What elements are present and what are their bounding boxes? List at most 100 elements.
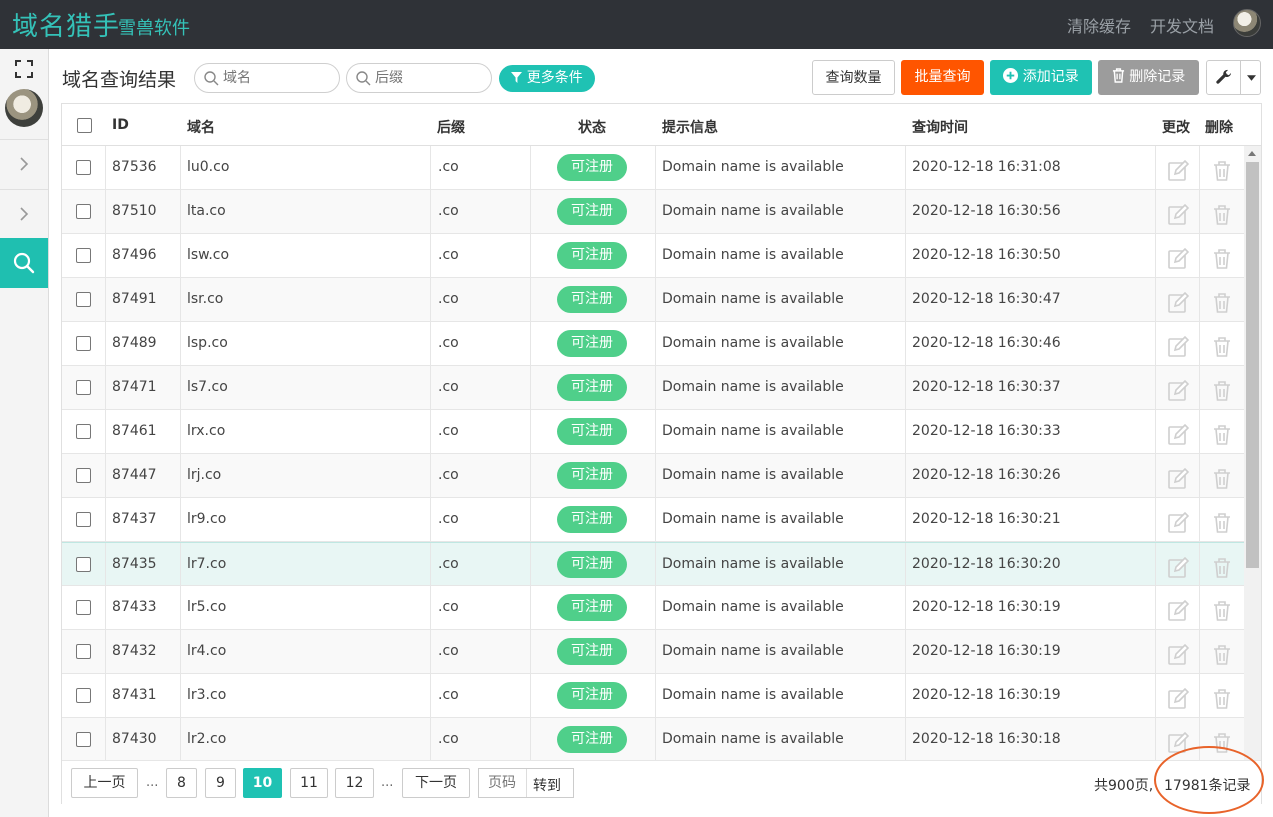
edit-icon[interactable] [1167, 685, 1190, 709]
table-row[interactable]: 87491 lsr.co .co 可注册 Domain name is availabl… [62, 278, 1244, 322]
trash-icon[interactable] [1211, 597, 1233, 621]
batch-query-button[interactable]: 批量查询 [901, 60, 984, 95]
next-page-button[interactable]: 下一页 [402, 768, 470, 798]
row-checkbox[interactable] [76, 557, 91, 572]
query-count-button[interactable]: 查询数量 [812, 60, 895, 95]
edit-icon[interactable] [1167, 201, 1190, 225]
trash-icon[interactable] [1211, 421, 1233, 445]
cell-status: 可注册 [531, 146, 656, 189]
edit-icon[interactable] [1167, 597, 1190, 621]
edit-icon[interactable] [1167, 465, 1190, 489]
cell-suffix: .co [431, 146, 531, 189]
trash-icon[interactable] [1211, 201, 1233, 225]
goto-button[interactable]: 转到 [533, 775, 561, 795]
trash-icon[interactable] [1211, 554, 1233, 578]
scroll-up-icon[interactable] [1248, 151, 1256, 156]
more-conditions-button[interactable]: 更多条件 [499, 65, 595, 92]
page-button[interactable]: 8 [166, 768, 197, 798]
page-button[interactable]: 12 [335, 768, 374, 798]
table-row[interactable]: 87471 ls7.co .co 可注册 Domain name is availabl… [62, 366, 1244, 410]
row-checkbox[interactable] [76, 424, 91, 439]
trash-icon[interactable] [1211, 333, 1233, 357]
suffix-search-box[interactable] [346, 63, 492, 93]
table-row[interactable]: 87437 lr9.co .co 可注册 Domain name is availabl… [62, 498, 1244, 542]
sidebar-item-1[interactable] [0, 139, 48, 187]
cell-status: 可注册 [531, 278, 656, 321]
edit-icon[interactable] [1167, 421, 1190, 445]
cell-suffix: .co [431, 410, 531, 453]
table-row[interactable]: 87432 lr4.co .co 可注册 Domain name is availabl… [62, 630, 1244, 674]
trash-icon[interactable] [1211, 377, 1233, 401]
dev-docs-link[interactable]: 开发文档 [1150, 13, 1214, 37]
page-button-current[interactable]: 10 [243, 768, 282, 798]
row-checkbox[interactable] [76, 292, 91, 307]
table-body: 87536 lu0.co .co 可注册 Domain name is availabl… [62, 146, 1244, 760]
edit-icon[interactable] [1167, 509, 1190, 533]
row-select-cell [62, 190, 106, 233]
row-checkbox[interactable] [76, 600, 91, 615]
row-checkbox[interactable] [76, 468, 91, 483]
table-row[interactable]: 87433 lr5.co .co 可注册 Domain name is availabl… [62, 586, 1244, 630]
select-all-checkbox[interactable] [77, 118, 92, 133]
row-checkbox[interactable] [76, 248, 91, 263]
edit-icon[interactable] [1167, 554, 1190, 578]
edit-icon[interactable] [1167, 245, 1190, 269]
edit-icon[interactable] [1167, 157, 1190, 181]
table-row[interactable]: 87461 lrx.co .co 可注册 Domain name is availabl… [62, 410, 1244, 454]
edit-icon[interactable] [1167, 729, 1190, 753]
cell-id: 87431 [106, 674, 181, 717]
domain-search-box[interactable] [194, 63, 340, 93]
trash-icon[interactable] [1211, 157, 1233, 181]
add-record-button[interactable]: 添加记录 [990, 60, 1092, 95]
table-row[interactable]: 87496 lsw.co .co 可注册 Domain name is availabl… [62, 234, 1244, 278]
header-status: 状态 [578, 120, 606, 136]
table-row[interactable]: 87447 lrj.co .co 可注册 Domain name is availabl… [62, 454, 1244, 498]
page-number-input[interactable] [479, 769, 527, 797]
trash-icon[interactable] [1211, 465, 1233, 489]
row-checkbox[interactable] [76, 204, 91, 219]
sidebar-item-2[interactable] [0, 189, 48, 237]
trash-icon[interactable] [1211, 641, 1233, 665]
row-checkbox[interactable] [76, 644, 91, 659]
table-row[interactable]: 87430 lr2.co .co 可注册 Domain name is availabl… [62, 718, 1244, 760]
edit-icon[interactable] [1167, 333, 1190, 357]
suffix-search-input[interactable] [375, 68, 475, 88]
delete-record-button[interactable]: 删除记录 [1098, 60, 1199, 95]
domain-search-input[interactable] [223, 68, 323, 88]
row-checkbox[interactable] [76, 688, 91, 703]
row-checkbox[interactable] [76, 512, 91, 527]
sidebar-item-search[interactable] [0, 238, 48, 288]
table-header: ID 域名 后缀 状态 提示信息 查询时间 更改 删除 [62, 104, 1261, 146]
search-icon [356, 71, 371, 86]
trash-icon[interactable] [1211, 245, 1233, 269]
row-checkbox[interactable] [76, 380, 91, 395]
cell-domain: lr4.co [181, 630, 431, 673]
row-checkbox[interactable] [76, 160, 91, 175]
edit-icon[interactable] [1167, 289, 1190, 313]
page-button[interactable]: 11 [290, 768, 328, 798]
chevron-right-icon [20, 157, 29, 171]
trash-icon[interactable] [1211, 289, 1233, 313]
tools-dropdown-button[interactable] [1206, 60, 1261, 95]
edit-icon[interactable] [1167, 377, 1190, 401]
table-row[interactable]: 87435 lr7.co .co 可注册 Domain name is availabl… [62, 542, 1244, 586]
cell-delete [1200, 586, 1244, 629]
table-scrollbar[interactable] [1244, 146, 1261, 760]
scroll-thumb[interactable] [1246, 162, 1259, 568]
user-avatar[interactable] [1233, 9, 1261, 37]
sidebar-avatar[interactable] [5, 89, 43, 127]
row-checkbox[interactable] [76, 732, 91, 747]
expand-icon[interactable] [14, 59, 34, 79]
table-row[interactable]: 87536 lu0.co .co 可注册 Domain name is availabl… [62, 146, 1244, 190]
row-select-cell [62, 630, 106, 673]
table-row[interactable]: 87510 lta.co .co 可注册 Domain name is availabl… [62, 190, 1244, 234]
trash-icon[interactable] [1211, 509, 1233, 533]
edit-icon[interactable] [1167, 641, 1190, 665]
row-checkbox[interactable] [76, 336, 91, 351]
page-button[interactable]: 9 [205, 768, 236, 798]
table-row[interactable]: 87431 lr3.co .co 可注册 Domain name is availabl… [62, 674, 1244, 718]
table-row[interactable]: 87489 lsp.co .co 可注册 Domain name is availabl… [62, 322, 1244, 366]
prev-page-button[interactable]: 上一页 [71, 768, 138, 798]
clear-cache-link[interactable]: 清除缓存 [1067, 13, 1131, 37]
trash-icon[interactable] [1211, 685, 1233, 709]
